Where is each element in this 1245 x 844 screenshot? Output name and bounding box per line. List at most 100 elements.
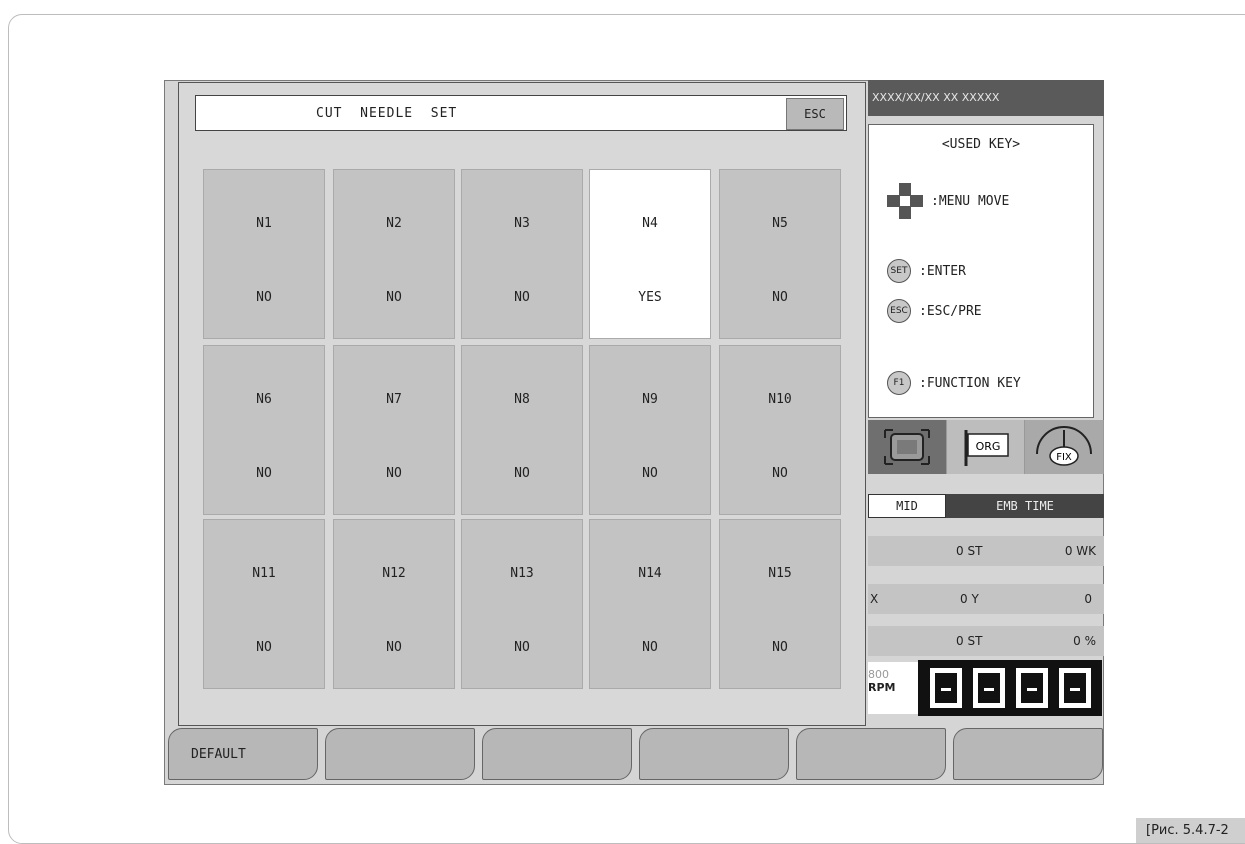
svg-text:ORG: ORG — [975, 440, 1000, 453]
needle-cell-n14[interactable]: N14 NO — [589, 519, 711, 689]
position-row: X 0 Y 0 — [868, 584, 1104, 614]
function-key-bar: DEFAULT — [168, 728, 1104, 782]
needle-cell-n10[interactable]: N10 NO — [719, 345, 841, 515]
digit-segment — [929, 668, 962, 708]
svg-text:FIX: FIX — [1056, 452, 1072, 463]
needle-name: N8 — [514, 392, 530, 407]
function-key-4[interactable] — [639, 728, 789, 780]
needle-name: N13 — [510, 566, 534, 581]
needle-value: NO — [256, 640, 272, 655]
needle-name: N6 — [256, 392, 272, 407]
needle-value: YES — [638, 290, 662, 305]
esc-row: ESC :ESC/PRE — [887, 299, 982, 323]
x-label: X — [870, 592, 879, 606]
fix-mode-cell[interactable]: FIX — [1025, 420, 1105, 474]
used-key-title: <USED KEY> — [941, 137, 1021, 152]
speed-digital-display — [918, 660, 1102, 716]
needle-value: NO — [386, 466, 402, 481]
function-key-row: F1 :FUNCTION KEY — [887, 371, 1021, 395]
needle-name: N1 — [256, 216, 272, 231]
needle-cell-n15[interactable]: N15 NO — [719, 519, 841, 689]
needle-cell-n13[interactable]: N13 NO — [461, 519, 583, 689]
needle-value: NO — [256, 466, 272, 481]
needle-name: N10 — [768, 392, 792, 407]
needle-grid: N1 NO N2 NO N3 NO N4 YES N5 NO N6 NO N7 … — [203, 169, 843, 689]
needle-value: NO — [514, 640, 530, 655]
needle-cell-n6[interactable]: N6 NO — [203, 345, 325, 515]
needle-value: NO — [386, 290, 402, 305]
origin-flag-icon: ORG — [964, 430, 1009, 466]
digit-segment — [972, 668, 1005, 708]
needle-name: N2 — [386, 216, 402, 231]
needle-value: NO — [386, 640, 402, 655]
digit-segment — [1058, 668, 1091, 708]
cut-needle-set-dialog: CUT NEEDLE SET ESC N1 NO N2 NO N3 NO N4 … — [178, 82, 866, 726]
needle-cell-n8[interactable]: N8 NO — [461, 345, 583, 515]
needle-cell-n3[interactable]: N3 NO — [461, 169, 583, 339]
screen-frame-icon — [883, 429, 930, 465]
function-key-6[interactable] — [953, 728, 1103, 780]
needle-cell-n9[interactable]: N9 NO — [589, 345, 711, 515]
emb-time-label: EMB TIME — [946, 494, 1104, 518]
rpm-value: 800 — [868, 668, 889, 681]
needle-cell-n2[interactable]: N2 NO — [333, 169, 455, 339]
needle-name: N7 — [386, 392, 402, 407]
set-key-icon: SET — [887, 259, 911, 283]
needle-name: N15 — [768, 566, 792, 581]
function-key-label: :FUNCTION KEY — [919, 375, 1021, 391]
rpm-box: 800 RPM — [868, 662, 918, 714]
menu-move-label: :MENU MOVE — [931, 193, 1010, 209]
dialog-header: CUT NEEDLE SET ESC — [195, 95, 847, 131]
needle-name: N3 — [514, 216, 530, 231]
needle-name: N4 — [642, 216, 658, 231]
needle-name: N11 — [252, 566, 276, 581]
needle-name: N5 — [772, 216, 788, 231]
function-key-5[interactable] — [796, 728, 946, 780]
esc-button[interactable]: ESC — [786, 98, 844, 130]
f1-key-icon: F1 — [887, 371, 911, 395]
function-key-3[interactable] — [482, 728, 632, 780]
enter-label: :ENTER — [919, 263, 966, 279]
fix-gauge-icon: FIX — [1036, 426, 1093, 466]
org-mode-cell[interactable]: ORG — [946, 420, 1026, 474]
needle-value: NO — [514, 290, 530, 305]
needle-cell-n12[interactable]: N12 NO — [333, 519, 455, 689]
esc-key-icon: ESC — [887, 299, 911, 323]
needle-name: N14 — [638, 566, 662, 581]
needle-value: NO — [772, 290, 788, 305]
stitch-count-row: 0 ST 0 WK — [868, 536, 1104, 566]
rpm-unit: RPM — [868, 681, 896, 694]
st-count: 0 ST — [956, 544, 983, 558]
digit-segment — [1015, 668, 1048, 708]
direction-pad-icon — [887, 183, 923, 219]
mid-mode-cell[interactable] — [868, 420, 947, 474]
position-value: 0 — [1084, 592, 1092, 606]
needle-cell-n5[interactable]: N5 NO — [719, 169, 841, 339]
needle-value: NO — [772, 640, 788, 655]
needle-name: N9 — [642, 392, 658, 407]
needle-cell-n11[interactable]: N11 NO — [203, 519, 325, 689]
mode-icon-strip: ORG FIX — [868, 420, 1105, 474]
function-key-2[interactable] — [325, 728, 475, 780]
progress-row: 0 ST 0 % — [868, 626, 1104, 656]
esc-pre-label: :ESC/PRE — [919, 303, 982, 319]
enter-row: SET :ENTER — [887, 259, 966, 283]
date-time-bar: XXXX/XX/XX XX XXXXX — [868, 80, 1104, 116]
needle-value: NO — [642, 640, 658, 655]
needle-value: NO — [642, 466, 658, 481]
figure-caption: [Рис. 5.4.7-2 — [1136, 818, 1245, 843]
percent-value: 0 % — [1073, 634, 1096, 648]
needle-cell-n1[interactable]: N1 NO — [203, 169, 325, 339]
used-key-panel: <USED KEY> :MENU MOVE SET :ENTER ESC :ES… — [868, 124, 1094, 418]
mid-label: MID — [868, 494, 946, 518]
needle-value: NO — [256, 290, 272, 305]
wk-count: 0 WK — [1064, 544, 1096, 558]
default-button[interactable]: DEFAULT — [168, 728, 318, 780]
needle-name: N12 — [382, 566, 406, 581]
menu-move-row: :MENU MOVE — [887, 183, 1009, 219]
needle-cell-n4[interactable]: N4 YES — [589, 169, 711, 339]
needle-cell-n7[interactable]: N7 NO — [333, 345, 455, 515]
st-progress: 0 ST — [956, 634, 983, 648]
dialog-title: CUT NEEDLE SET — [316, 106, 458, 121]
needle-value: NO — [772, 466, 788, 481]
